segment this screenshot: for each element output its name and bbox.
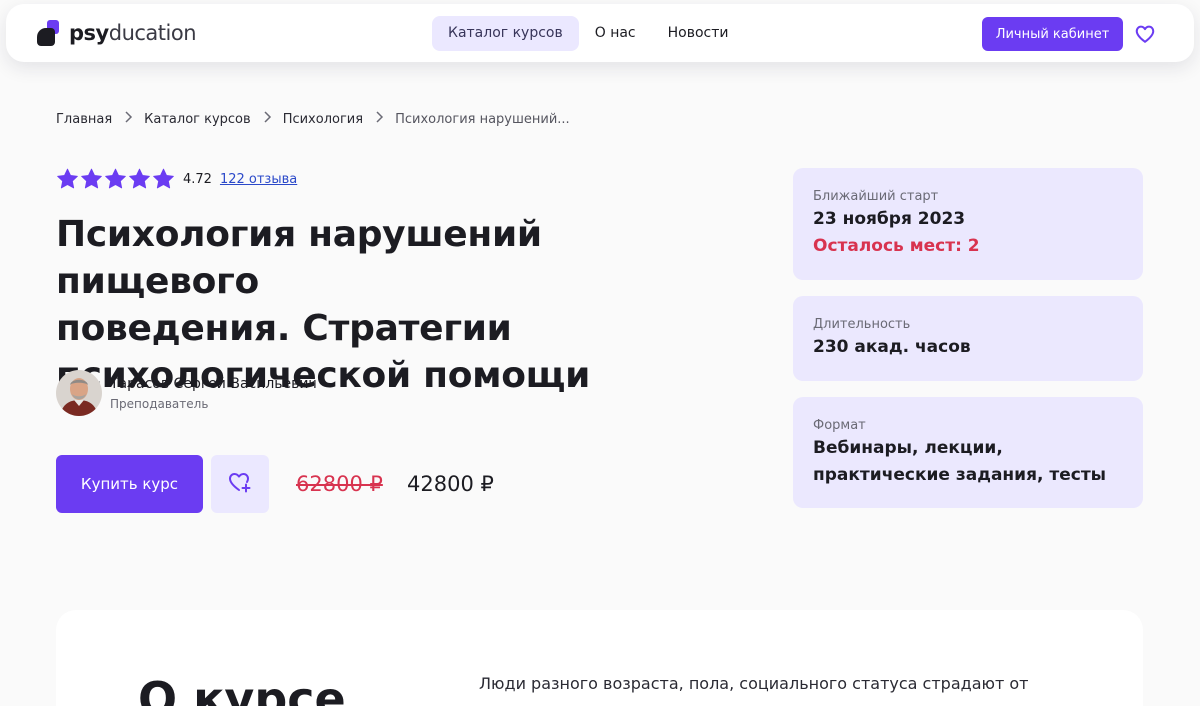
logo-text-education: ducation [108,21,197,45]
chevron-right-icon [363,111,395,127]
breadcrumb-psychology[interactable]: Психология [283,112,363,127]
star-icon [128,168,151,190]
teacher-role: Преподаватель [110,397,209,411]
heart-plus-icon [227,470,253,498]
rating-value: 4.72 [183,171,212,187]
duration-value: 230 акад. часов [813,337,971,357]
teacher-info: Тарасов Сергей Васильевич Преподаватель [110,373,317,413]
about-title: О курсе [138,672,346,706]
heart-outline-icon[interactable] [1134,23,1156,45]
card-label: Длительность [813,317,911,332]
card-duration: Длительность 230 акад. часов [793,296,1143,381]
current-price: 42800 ₽ [407,472,494,496]
teacher-avatar [56,370,102,416]
start-date: 23 ноября 2023 [813,209,966,229]
card-format: Формат Вебинары, лекции, практические за… [793,397,1143,508]
chevron-right-icon [251,111,283,127]
course-rating: 4.72 122 отзыва [56,168,297,190]
logo-mark-icon [37,20,63,46]
logo-text-psy: psy [69,21,109,45]
old-price: 62800 ₽ [296,472,383,496]
buy-course-button[interactable]: Купить курс [56,455,203,513]
add-to-favorites-button[interactable] [211,455,269,513]
teacher-name: Тарасов Сергей Васильевич [110,376,317,392]
star-icon [104,168,127,190]
card-label: Формат [813,418,866,433]
breadcrumb-catalog[interactable]: Каталог курсов [144,112,251,127]
chevron-right-icon [112,111,144,127]
teacher-block[interactable]: Тарасов Сергей Васильевич Преподаватель [56,370,317,416]
site-logo[interactable]: psyducation [37,19,197,47]
format-value-line: практические задания, тесты [813,465,1107,485]
personal-cabinet-button[interactable]: Личный кабинет [982,17,1123,51]
card-nearest-start: Ближайший старт 23 ноября 2023 Осталось … [793,168,1143,280]
breadcrumb: Главная Каталог курсов Психология Психол… [56,110,570,128]
course-title-line: Психология нарушений пищевого [56,214,542,302]
course-title-line: поведения. Стратегии [56,308,512,349]
nav-item-news[interactable]: Новости [652,16,745,51]
reviews-link[interactable]: 122 отзыва [220,172,297,187]
nav-item-catalog[interactable]: Каталог курсов [432,16,579,51]
logo-text: psyducation [69,19,197,47]
breadcrumb-current: Психология нарушений... [395,111,570,127]
seats-left: Осталось мест: 2 [813,236,980,256]
format-value-line: Вебинары, лекции, [813,438,1003,458]
rating-stars [56,168,175,190]
breadcrumb-home[interactable]: Главная [56,112,112,127]
site-header: psyducation Каталог курсов О нас Новости… [6,4,1194,62]
nav-item-about[interactable]: О нас [579,16,652,51]
about-text: Люди разного возраста, пола, социального… [479,674,1029,693]
star-icon [152,168,175,190]
star-icon [80,168,103,190]
card-label: Ближайший старт [813,189,939,204]
star-icon [56,168,79,190]
main-nav: Каталог курсов О нас Новости [432,16,745,51]
about-section: О курсе Люди разного возраста, пола, соц… [56,610,1143,706]
